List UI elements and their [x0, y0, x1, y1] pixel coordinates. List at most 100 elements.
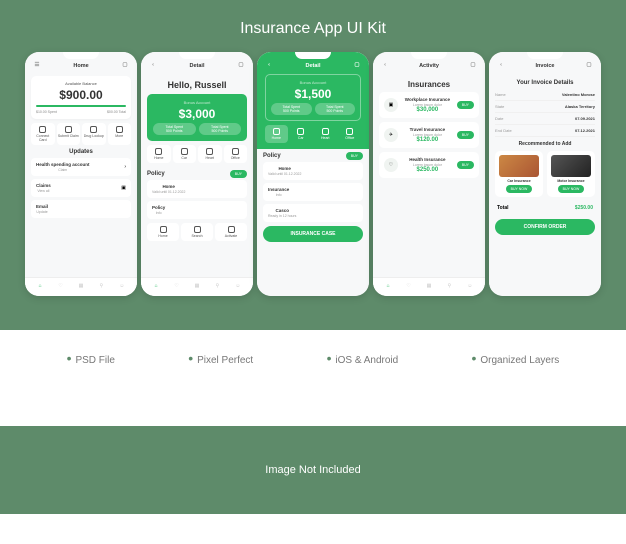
insurance-item[interactable]: ♡ Health InsuranceLorem ipsum dolor$250.… [379, 152, 479, 178]
screen-title: Home [73, 63, 88, 69]
menu-icon[interactable]: ☰ [33, 62, 41, 70]
updates-heading: Updates [31, 149, 131, 155]
balance-card: Available Balance $900.00 $10.00 Spent $… [31, 76, 131, 119]
nav-bell-icon[interactable]: ♡ [173, 283, 181, 291]
policy-item[interactable]: HomeValid until 01.12.2022 [263, 162, 363, 180]
plane-icon: ✈ [384, 128, 398, 142]
phone-invoice: ‹ Invoice ▢ Your Invoice Details NameVal… [489, 52, 601, 296]
nav-user-icon[interactable]: ☺ [234, 283, 242, 291]
buy-button[interactable]: BUY [230, 170, 247, 178]
calendar-icon[interactable]: ▢ [353, 62, 361, 70]
calendar-icon[interactable]: ▢ [585, 62, 593, 70]
stat-pill: Total Spent500 Points [315, 103, 356, 115]
motor-image [551, 155, 591, 177]
insurance-case-button[interactable]: INSURANCE CASE [263, 226, 363, 242]
insurance-item[interactable]: ✈ Travel InsuranceLorem ipsum dolor$120.… [379, 122, 479, 148]
rec-card[interactable]: Motor Insurance BUY NOW [547, 151, 595, 197]
feature-item: PSD File [67, 350, 115, 366]
footer-note: Image Not Included [0, 426, 626, 514]
action-drug-lookup[interactable]: Drug Lookup [82, 123, 106, 145]
category-car[interactable]: Car [173, 145, 197, 163]
buy-button[interactable]: BUY [346, 152, 363, 160]
screen-title: Activity [419, 63, 439, 69]
nav-bell-icon[interactable]: ♡ [57, 283, 65, 291]
policy-item[interactable]: InsuranceInfo [263, 183, 363, 201]
chevron-right-icon: › [124, 164, 126, 170]
calendar-icon[interactable]: ▢ [121, 62, 129, 70]
buy-button[interactable]: BUY [457, 161, 474, 169]
category-heart[interactable]: Heart [198, 145, 222, 163]
screen-title: Detail [306, 63, 321, 69]
policy-heading: Policy [263, 153, 281, 159]
total-row: Total $250.00 [495, 201, 595, 215]
tab-activate[interactable]: Activate [215, 223, 247, 241]
buy-button[interactable]: BUY [457, 131, 474, 139]
doc-icon: ▣ [121, 185, 126, 191]
category-home[interactable]: Home [147, 145, 171, 163]
bonus-amount: $3,000 [153, 107, 241, 121]
update-item[interactable]: EmailUpdate [31, 200, 131, 218]
action-submit-claim[interactable]: Submit Claim [57, 123, 81, 145]
bottom-nav: ⌂ ♡ ▦ ⚲ ☺ [25, 277, 137, 296]
nav-user-icon[interactable]: ☺ [466, 283, 474, 291]
calendar-icon[interactable]: ▢ [469, 62, 477, 70]
buy-now-button[interactable]: BUY NOW [506, 185, 533, 193]
feature-item: Pixel Perfect [188, 350, 253, 366]
calendar-icon[interactable]: ▢ [237, 62, 245, 70]
heart-icon: ♡ [384, 158, 398, 172]
bonus-amount: $1,500 [271, 87, 355, 101]
category-office[interactable]: Office [339, 125, 362, 143]
screen-title: Invoice [536, 63, 555, 69]
confirm-order-button[interactable]: CONFIRM ORDER [495, 219, 595, 235]
nav-grid-icon[interactable]: ▦ [425, 283, 433, 291]
nav-search-icon[interactable]: ⚲ [445, 283, 453, 291]
category-office[interactable]: Office [224, 145, 248, 163]
category-home[interactable]: Home [265, 125, 288, 143]
phone-home: ☰ Home ▢ Available Balance $900.00 $10.0… [25, 52, 137, 296]
rec-card[interactable]: Car Insurance BUY NOW [495, 151, 543, 197]
back-icon[interactable]: ‹ [265, 62, 273, 70]
back-icon[interactable]: ‹ [381, 62, 389, 70]
nav-home-icon[interactable]: ⌂ [152, 283, 160, 291]
insurance-item[interactable]: ▣ Workplace InsuranceLorem ipsum dolor$3… [379, 92, 479, 118]
bottom-nav: ⌂ ♡ ▦ ⚲ ☺ [141, 277, 253, 296]
stat-pill: Total Spent500 Points [271, 103, 312, 115]
phone-detail-green: ‹ Detail ▢ Bonus Account $1,500 Total Sp… [257, 52, 369, 296]
bonus-card: Bonus Account $3,000 Total Spent500 Poin… [147, 94, 247, 141]
nav-grid-icon[interactable]: ▦ [77, 283, 85, 291]
car-image [499, 155, 539, 177]
action-more[interactable]: More [108, 123, 132, 145]
policy-item[interactable]: PolicyInfo [147, 201, 247, 219]
greeting: Hello, Russell [147, 76, 247, 94]
policy-item[interactable]: CascoReady in 12 hours [263, 204, 363, 222]
update-item[interactable]: Health spending accountClaim › [31, 158, 131, 176]
recommended-heading: Recommended to Add [495, 141, 595, 147]
category-car[interactable]: Car [290, 125, 313, 143]
buy-button[interactable]: BUY [457, 101, 474, 109]
back-icon[interactable]: ‹ [149, 62, 157, 70]
phone-detail-light: ‹ Detail ▢ Hello, Russell Bonus Account … [141, 52, 253, 296]
feature-item: iOS & Android [327, 350, 399, 366]
nav-grid-icon[interactable]: ▦ [193, 283, 201, 291]
update-item[interactable]: ClaimsView all▣ [31, 179, 131, 197]
bottom-nav: ⌂ ♡ ▦ ⚲ ☺ [373, 277, 485, 296]
category-heart[interactable]: Heart [314, 125, 337, 143]
tab-home[interactable]: Home [147, 223, 179, 241]
nav-home-icon[interactable]: ⌂ [36, 283, 44, 291]
features-row: PSD File Pixel Perfect iOS & Android Org… [0, 330, 626, 386]
detail-row: NameValentino Morose [495, 89, 595, 101]
action-connect-card[interactable]: Connect Card [31, 123, 55, 145]
balance-amount: $900.00 [36, 88, 126, 102]
stat-pill: Total Spent500 Points [199, 123, 242, 135]
quick-actions: Connect Card Submit Claim Drug Lookup Mo… [31, 123, 131, 145]
nav-bell-icon[interactable]: ♡ [405, 283, 413, 291]
back-icon[interactable]: ‹ [497, 62, 505, 70]
nav-home-icon[interactable]: ⌂ [384, 283, 392, 291]
nav-user-icon[interactable]: ☺ [118, 283, 126, 291]
nav-search-icon[interactable]: ⚲ [97, 283, 105, 291]
nav-search-icon[interactable]: ⚲ [213, 283, 221, 291]
detail-row: StateAlaska Territory [495, 101, 595, 113]
policy-item[interactable]: HomeValid until 01.12.2022 [147, 180, 247, 198]
buy-now-button[interactable]: BUY NOW [558, 185, 585, 193]
tab-search[interactable]: Search [181, 223, 213, 241]
